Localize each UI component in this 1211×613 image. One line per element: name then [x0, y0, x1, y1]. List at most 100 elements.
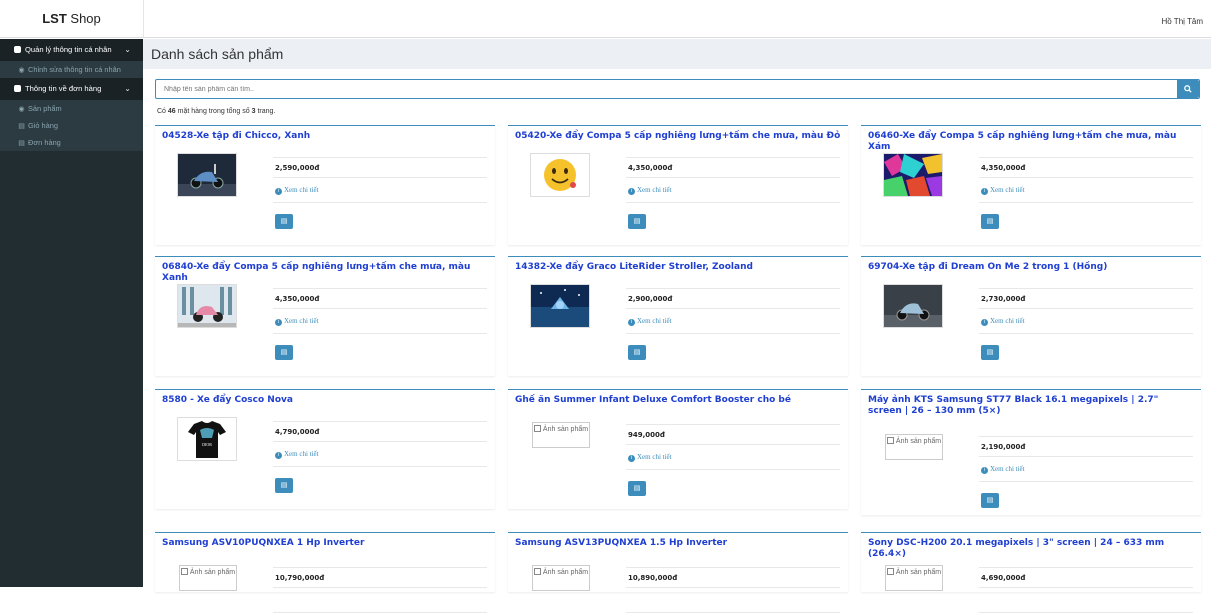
content-header: Danh sách sản phẩm [143, 39, 1211, 69]
product-title[interactable]: Samsung ASV13PUQNXEA 1.5 Hp Inverter [508, 533, 848, 549]
detail-label: Xem chi tiết [990, 186, 1025, 194]
divider [273, 177, 487, 178]
search-button[interactable] [1177, 80, 1199, 98]
detail-label: Xem chi tiết [637, 186, 672, 194]
product-title[interactable]: Ghế ăn Summer Infant Deluxe Comfort Boos… [508, 390, 848, 406]
search-bar [155, 79, 1200, 99]
product-price: 10,890,000đ [628, 574, 678, 582]
product-image-placeholder[interactable]: Ảnh sản phẩm [885, 434, 943, 460]
product-card: 06840-Xe đẩy Compa 5 cấp nghiêng lưng+tấ… [155, 256, 495, 376]
product-image[interactable] [177, 153, 237, 197]
product-title[interactable]: 69704-Xe tập đi Dream On Me 2 trong 1 (H… [861, 257, 1201, 273]
product-title[interactable]: Máy ảnh KTS Samsung ST77 Black 16.1 mega… [861, 390, 1201, 417]
view-detail-link[interactable]: i Xem chi tiết [628, 186, 672, 195]
product-price: 4,350,000đ [981, 164, 1026, 172]
divider [979, 481, 1193, 482]
brand-divider [143, 0, 144, 38]
image-alt-text: Ảnh sản phẩm [895, 569, 942, 576]
detail-label: Xem chi tiết [990, 317, 1025, 325]
broken-image-icon [886, 437, 894, 444]
sidebar-group-orders[interactable]: Thông tin về đơn hàng ⌄ [0, 78, 143, 100]
detail-label: Xem chi tiết [637, 453, 672, 461]
product-image[interactable]: DIOR [177, 417, 237, 461]
database-icon [14, 85, 21, 92]
product-image-placeholder[interactable]: Ảnh sản phẩm [532, 422, 590, 448]
detail-label: Xem chi tiết [284, 450, 319, 458]
divider [626, 333, 840, 334]
sidebar: Quản lý thông tin cá nhân ⌄ ◉ Chỉnh sửa t… [0, 39, 143, 587]
view-detail-link[interactable]: i Xem chi tiết [275, 317, 319, 326]
product-image-placeholder[interactable]: Ảnh sản phẩm [885, 565, 943, 591]
view-detail-link[interactable]: i Xem chi tiết [628, 317, 672, 326]
add-to-cart-button[interactable]: ▤ [981, 493, 999, 508]
view-detail-link[interactable]: i Xem chi tiết [275, 450, 319, 459]
product-image[interactable] [530, 153, 590, 197]
chevron-down-icon: ⌄ [124, 84, 131, 93]
divider [626, 177, 840, 178]
view-detail-link[interactable]: i Xem chi tiết [981, 465, 1025, 474]
info-icon: i [981, 467, 988, 474]
add-to-cart-button[interactable]: ▤ [981, 345, 999, 360]
divider [979, 157, 1193, 158]
sidebar-item-edit-profile[interactable]: ◉ Chỉnh sửa thông tin cá nhân [0, 61, 143, 78]
divider [979, 456, 1193, 457]
product-image-placeholder[interactable]: Ảnh sản phẩm [179, 565, 237, 591]
image-alt-text: Ảnh sản phẩm [542, 426, 589, 433]
top-navbar: LST Shop Hồ Thị Tâm [0, 0, 1211, 38]
add-to-cart-button[interactable]: ▤ [981, 214, 999, 229]
divider [979, 436, 1193, 437]
sidebar-group-profile[interactable]: Quản lý thông tin cá nhân ⌄ [0, 39, 143, 61]
divider [979, 587, 1193, 588]
divider [626, 202, 840, 203]
product-price: 4,350,000đ [275, 295, 320, 303]
product-title[interactable]: Sony DSC-H200 20.1 megapixels | 3" scree… [861, 533, 1201, 560]
add-to-cart-button[interactable]: ▤ [628, 214, 646, 229]
divider [626, 469, 840, 470]
cart-icon: ▤ [633, 349, 641, 356]
user-menu[interactable]: Hồ Thị Tâm [1162, 0, 1204, 44]
view-detail-link[interactable]: i Xem chi tiết [275, 186, 319, 195]
product-title[interactable]: 06840-Xe đẩy Compa 5 cấp nghiêng lưng+tấ… [155, 257, 495, 284]
view-detail-link[interactable]: i Xem chi tiết [981, 317, 1025, 326]
divider [979, 202, 1193, 203]
product-title[interactable]: Samsung ASV10PUQNXEA 1 Hp Inverter [155, 533, 495, 549]
divider [979, 333, 1193, 334]
product-image[interactable] [883, 284, 943, 328]
sidebar-item-products[interactable]: ◉ Sản phẩm [0, 100, 143, 117]
product-image[interactable] [530, 284, 590, 328]
product-price: 2,590,000đ [275, 164, 320, 172]
add-to-cart-button[interactable]: ▤ [628, 481, 646, 496]
divider [273, 587, 487, 588]
product-card: Máy ảnh KTS Samsung ST77 Black 16.1 mega… [861, 389, 1201, 515]
product-image-placeholder[interactable]: Ảnh sản phẩm [532, 565, 590, 591]
product-price: 949,000đ [628, 431, 665, 439]
add-to-cart-button[interactable]: ▤ [628, 345, 646, 360]
add-to-cart-button[interactable]: ▤ [275, 478, 293, 493]
divider [626, 424, 840, 425]
divider [626, 308, 840, 309]
cart-icon: ▤ [633, 218, 641, 225]
divider [273, 466, 487, 467]
search-input[interactable] [156, 80, 1176, 98]
sidebar-item-orders[interactable]: ▤ Đơn hàng [0, 134, 143, 151]
product-title[interactable]: 05420-Xe đẩy Compa 5 cấp nghiêng lưng+tấ… [508, 126, 848, 142]
sidebar-item-cart[interactable]: ▤ Giỏ hàng [0, 117, 143, 134]
view-detail-link[interactable]: i Xem chi tiết [981, 186, 1025, 195]
brand-logo[interactable]: LST Shop [0, 0, 143, 38]
user-circle-icon: ◉ [18, 106, 25, 113]
product-price: 4,350,000đ [628, 164, 673, 172]
product-title[interactable]: 8580 - Xe đẩy Cosco Nova [155, 390, 495, 406]
broken-image-icon [180, 568, 188, 575]
image-alt-text: Ảnh sản phẩm [542, 569, 589, 576]
add-to-cart-button[interactable]: ▤ [275, 214, 293, 229]
product-price: 10,790,000đ [275, 574, 325, 582]
add-to-cart-button[interactable]: ▤ [275, 345, 293, 360]
view-detail-link[interactable]: i Xem chi tiết [628, 453, 672, 462]
product-title[interactable]: 06460-Xe đẩy Compa 5 cấp nghiêng lưng+tấ… [861, 126, 1201, 153]
product-image[interactable] [177, 284, 237, 328]
broken-image-icon [533, 425, 541, 432]
product-title[interactable]: 04528-Xe tập đi Chicco, Xanh [155, 126, 495, 142]
product-card: Samsung ASV10PUQNXEA 1 Hp Inverter Ảnh sả… [155, 532, 495, 613]
product-title[interactable]: 14382-Xe đẩy Graco LiteRider Stroller, Z… [508, 257, 848, 273]
product-image[interactable] [883, 153, 943, 197]
